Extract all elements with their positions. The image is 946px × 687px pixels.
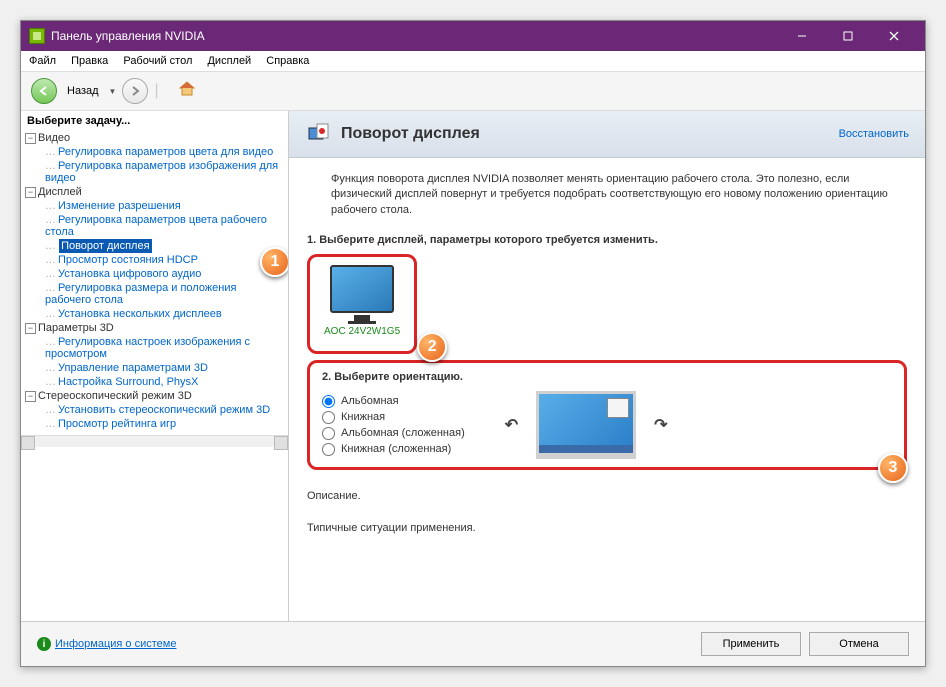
radio-landscape-flipped[interactable]: Альбомная (сложенная)	[322, 427, 465, 440]
menu-help[interactable]: Справка	[266, 55, 309, 67]
link-video-image[interactable]: Регулировка параметров изображения для в…	[45, 159, 278, 185]
system-info-link[interactable]: Информация о системе	[55, 638, 176, 650]
task-sidebar: Выберите задачу... −Видео Регулировка па…	[21, 111, 289, 621]
rotate-display-icon	[305, 121, 331, 147]
link-digital-audio[interactable]: Установка цифрового аудио	[56, 267, 203, 281]
menu-file[interactable]: Файл	[29, 55, 56, 67]
tree-display: Дисплей	[38, 186, 82, 198]
home-button[interactable]	[177, 79, 197, 104]
back-button[interactable]	[31, 78, 57, 104]
radio-landscape[interactable]: Альбомная	[322, 395, 465, 408]
window-title: Панель управления NVIDIA	[51, 29, 779, 43]
sidebar-scrollbar[interactable]	[21, 435, 288, 447]
content-header: Поворот дисплея Восстановить	[289, 111, 925, 158]
link-desktop-color[interactable]: Регулировка параметров цвета рабочего ст…	[45, 213, 267, 239]
link-resolution[interactable]: Изменение разрешения	[56, 199, 183, 213]
link-video-color[interactable]: Регулировка параметров цвета для видео	[56, 145, 275, 159]
annotation-highlight: 2. Выберите ориентацию. Альбомная Книжна…	[307, 360, 907, 470]
tree-toggle-icon[interactable]: −	[25, 391, 36, 402]
tree-toggle-icon[interactable]: −	[25, 323, 36, 334]
menu-display[interactable]: Дисплей	[207, 55, 251, 67]
toolbar: Назад ▼ |	[21, 72, 925, 111]
link-desktop-size[interactable]: Регулировка размера и положения рабочего…	[45, 281, 236, 307]
rotate-cw-button[interactable]: ↷	[654, 415, 667, 435]
forward-button[interactable]	[122, 78, 148, 104]
display-selector[interactable]: AOC 24V2W1G5	[324, 265, 400, 337]
description-heading: Описание.	[307, 490, 907, 502]
link-hdcp[interactable]: Просмотр состояния HDCP	[56, 253, 200, 267]
maximize-button[interactable]	[825, 21, 871, 51]
titlebar[interactable]: Панель управления NVIDIA	[21, 21, 925, 51]
minimize-button[interactable]	[779, 21, 825, 51]
link-stereo-enable[interactable]: Установить стереоскопический режим 3D	[56, 403, 272, 417]
menu-desktop[interactable]: Рабочий стол	[123, 55, 192, 67]
nvidia-icon	[29, 28, 45, 44]
footer: i Информация о системе Применить Отмена	[21, 621, 925, 666]
description-text: Функция поворота дисплея NVIDIA позволяе…	[307, 172, 907, 218]
rotate-ccw-button[interactable]: ↶	[505, 415, 518, 435]
display-name: AOC 24V2W1G5	[324, 326, 400, 337]
step2-label: 2. Выберите ориентацию.	[322, 371, 892, 383]
link-multi-display[interactable]: Установка нескольких дисплеев	[56, 307, 224, 321]
link-game-rating[interactable]: Просмотр рейтинга игр	[56, 417, 178, 431]
restore-link[interactable]: Восстановить	[839, 128, 909, 140]
info-icon: i	[37, 637, 51, 651]
nvidia-control-panel-window: Панель управления NVIDIA Файл Правка Раб…	[20, 20, 926, 667]
back-label: Назад	[67, 85, 99, 97]
link-3d-manage[interactable]: Управление параметрами 3D	[56, 361, 210, 375]
callout-badge: 2	[417, 332, 447, 362]
apply-button[interactable]: Применить	[701, 632, 801, 656]
content-pane: Поворот дисплея Восстановить Функция пов…	[289, 111, 925, 621]
annotation-highlight: AOC 24V2W1G5	[307, 254, 417, 354]
link-surround[interactable]: Настройка Surround, PhysX	[56, 375, 200, 389]
back-dropdown-icon[interactable]: ▼	[109, 87, 117, 96]
monitor-icon	[330, 265, 394, 313]
tree-stereo: Стереоскопический режим 3D	[38, 390, 192, 402]
orientation-preview-icon	[536, 391, 636, 459]
tree-3d: Параметры 3D	[38, 322, 114, 334]
page-title: Поворот дисплея	[341, 125, 839, 143]
cancel-button[interactable]: Отмена	[809, 632, 909, 656]
menu-edit[interactable]: Правка	[71, 55, 108, 67]
typical-heading: Типичные ситуации применения.	[307, 522, 907, 534]
callout-badge: 3	[878, 453, 908, 483]
callout-badge: 1	[260, 247, 289, 277]
radio-portrait[interactable]: Книжная	[322, 411, 465, 424]
radio-portrait-flipped[interactable]: Книжная (сложенная)	[322, 443, 465, 456]
link-3d-preview[interactable]: Регулировка настроек изображения с просм…	[45, 335, 250, 361]
tree-toggle-icon[interactable]: −	[25, 187, 36, 198]
link-rotate-display[interactable]: Поворот дисплея	[59, 239, 151, 253]
menubar: Файл Правка Рабочий стол Дисплей Справка	[21, 51, 925, 72]
close-button[interactable]	[871, 21, 917, 51]
tree-video: Видео	[38, 132, 70, 144]
step1-label: 1. Выберите дисплей, параметры которого …	[307, 234, 907, 246]
tree-toggle-icon[interactable]: −	[25, 133, 36, 144]
sidebar-title: Выберите задачу...	[21, 111, 288, 131]
